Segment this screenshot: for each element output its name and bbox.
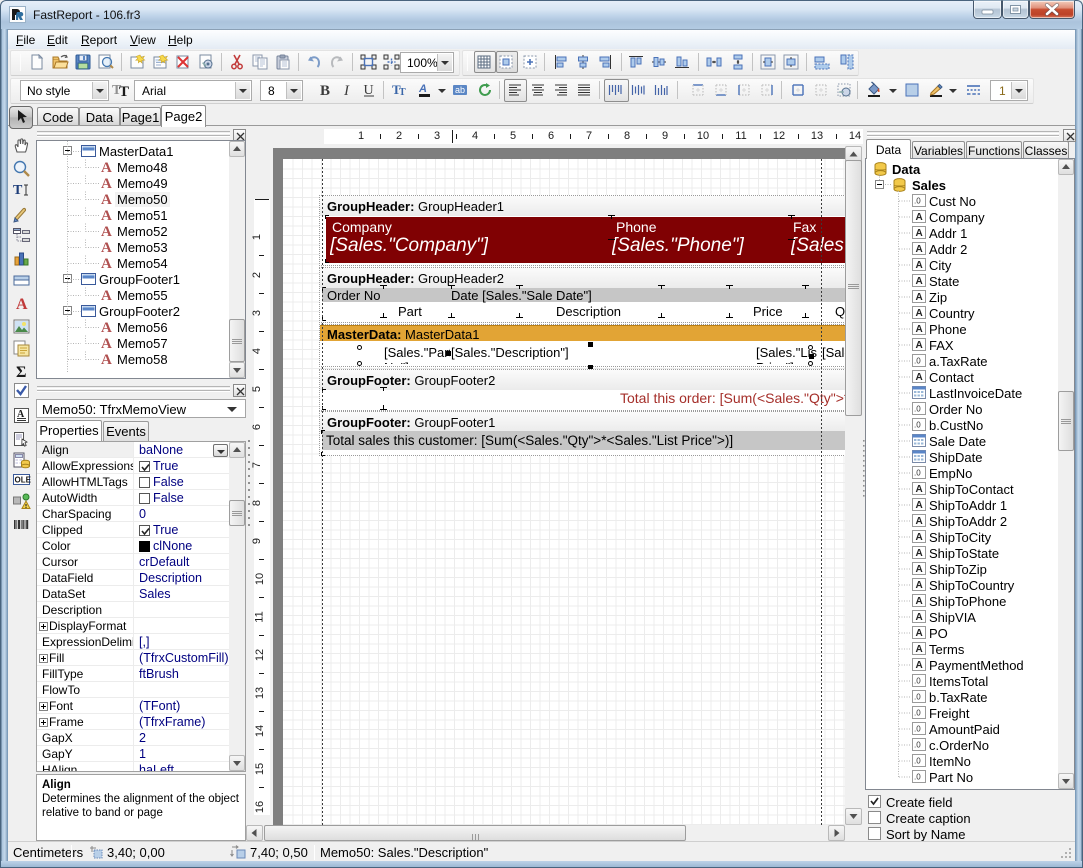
svg-text:OLE: OLE bbox=[15, 476, 32, 485]
svg-text:T: T bbox=[13, 183, 23, 198]
svg-text:T: T bbox=[119, 84, 129, 99]
svg-text:ab: ab bbox=[455, 85, 465, 95]
svg-text:Σ: Σ bbox=[16, 364, 26, 381]
svg-text:A: A bbox=[418, 83, 427, 95]
svg-text:I: I bbox=[343, 83, 350, 98]
svg-text:A: A bbox=[16, 296, 28, 313]
svg-text:T: T bbox=[399, 87, 406, 98]
svg-text:B: B bbox=[320, 83, 330, 98]
